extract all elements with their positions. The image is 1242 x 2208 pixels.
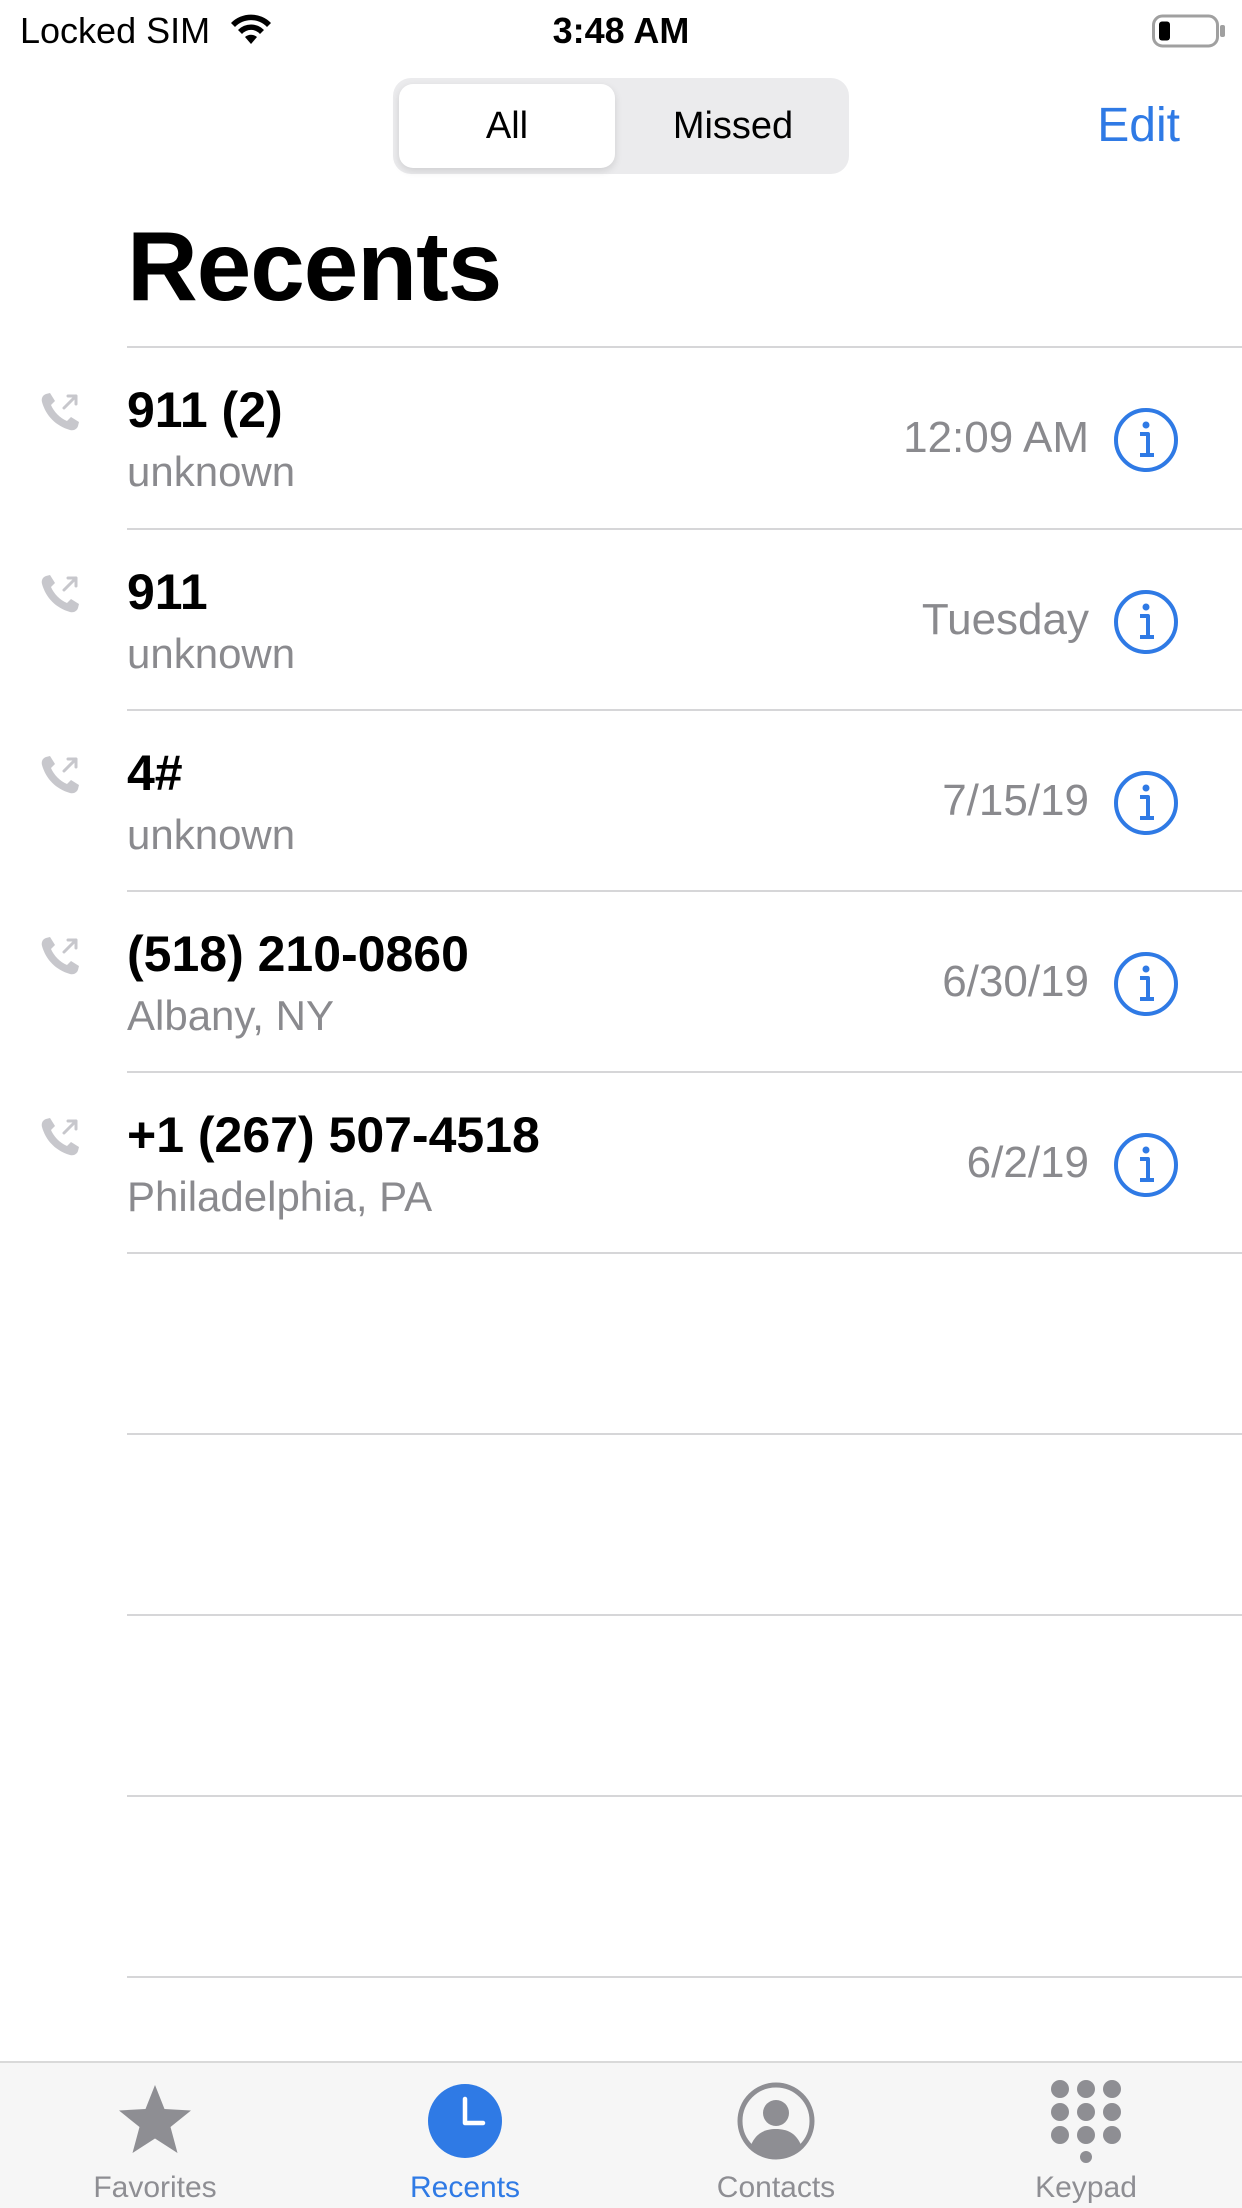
- person-circle-icon: [737, 2082, 815, 2160]
- tab-label: Recents: [409, 2171, 521, 2204]
- battery-low-icon: [1152, 14, 1225, 48]
- outgoing-call-icon: [41, 1118, 79, 1156]
- outgoing-call-icon: [41, 937, 79, 975]
- call-name: 4#: [127, 745, 183, 801]
- call-label: unknown: [127, 811, 296, 858]
- call-name: +1 (267) 507-4518: [127, 1107, 540, 1163]
- clock-icon: [428, 2084, 502, 2158]
- call-label: Albany, NY: [127, 992, 334, 1039]
- call-row[interactable]: +1 (267) 507-4518 Philadelphia, PA 6/2/1…: [0, 1073, 1242, 1254]
- call-row[interactable]: (518) 210-0860 Albany, NY 6/30/19: [0, 892, 1242, 1073]
- outgoing-call-icon: [41, 575, 79, 613]
- tab-favorites[interactable]: Favorites: [0, 2063, 310, 2208]
- call-row[interactable]: 911 unknown Tuesday: [0, 530, 1242, 711]
- outgoing-call-icon: [41, 393, 79, 431]
- call-label: unknown: [127, 630, 296, 677]
- tab-label: Contacts: [716, 2171, 836, 2204]
- call-date: 7/15/19: [942, 776, 1089, 825]
- tab-recents[interactable]: Recents: [310, 2063, 620, 2208]
- call-date: 12:09 AM: [903, 413, 1089, 462]
- list-divider: [127, 1976, 1242, 1978]
- calls-filter-segmented-control: All Missed: [393, 78, 849, 174]
- call-name: 911: [127, 564, 208, 620]
- call-label: Philadelphia, PA: [127, 1173, 433, 1220]
- info-icon[interactable]: [1113, 407, 1179, 473]
- edit-button[interactable]: Edit: [1097, 98, 1180, 153]
- info-icon[interactable]: [1113, 770, 1179, 836]
- call-date: 6/30/19: [942, 957, 1089, 1006]
- call-row[interactable]: 911 (2) unknown 12:09 AM: [0, 348, 1242, 529]
- status-time: 3:48 AM: [552, 10, 690, 51]
- status-bar: Locked SIM 3:48 AM: [0, 0, 1242, 62]
- call-date: Tuesday: [921, 595, 1089, 644]
- keypad-icon: [1051, 2080, 1121, 2163]
- call-label: unknown: [127, 448, 296, 495]
- tab-contacts[interactable]: Contacts: [621, 2063, 931, 2208]
- segment-missed[interactable]: Missed: [625, 84, 841, 168]
- phone-recents-screen: Locked SIM 3:48 AM All Missed Edit Recen…: [0, 0, 1242, 2208]
- list-divider: [127, 1614, 1242, 1616]
- list-divider: [127, 1795, 1242, 1797]
- outgoing-call-icon: [41, 756, 79, 794]
- info-icon[interactable]: [1113, 589, 1179, 655]
- call-row[interactable]: 4# unknown 7/15/19: [0, 711, 1242, 892]
- list-divider: [127, 1433, 1242, 1435]
- star-icon: [119, 2085, 191, 2153]
- info-icon[interactable]: [1113, 951, 1179, 1017]
- tab-label: Keypad: [1035, 2171, 1137, 2204]
- segment-all[interactable]: All: [399, 84, 615, 168]
- call-date: 6/2/19: [966, 1138, 1089, 1187]
- info-icon[interactable]: [1113, 1132, 1179, 1198]
- call-name: (518) 210-0860: [127, 926, 469, 982]
- call-name: 911 (2): [127, 382, 283, 438]
- tab-label: Favorites: [93, 2171, 217, 2204]
- page-title: Recents: [127, 211, 502, 321]
- tab-bar: Favorites Recents Contacts Keypad: [0, 2061, 1242, 2208]
- tab-keypad[interactable]: Keypad: [931, 2063, 1241, 2208]
- list-divider: [127, 1252, 1242, 1254]
